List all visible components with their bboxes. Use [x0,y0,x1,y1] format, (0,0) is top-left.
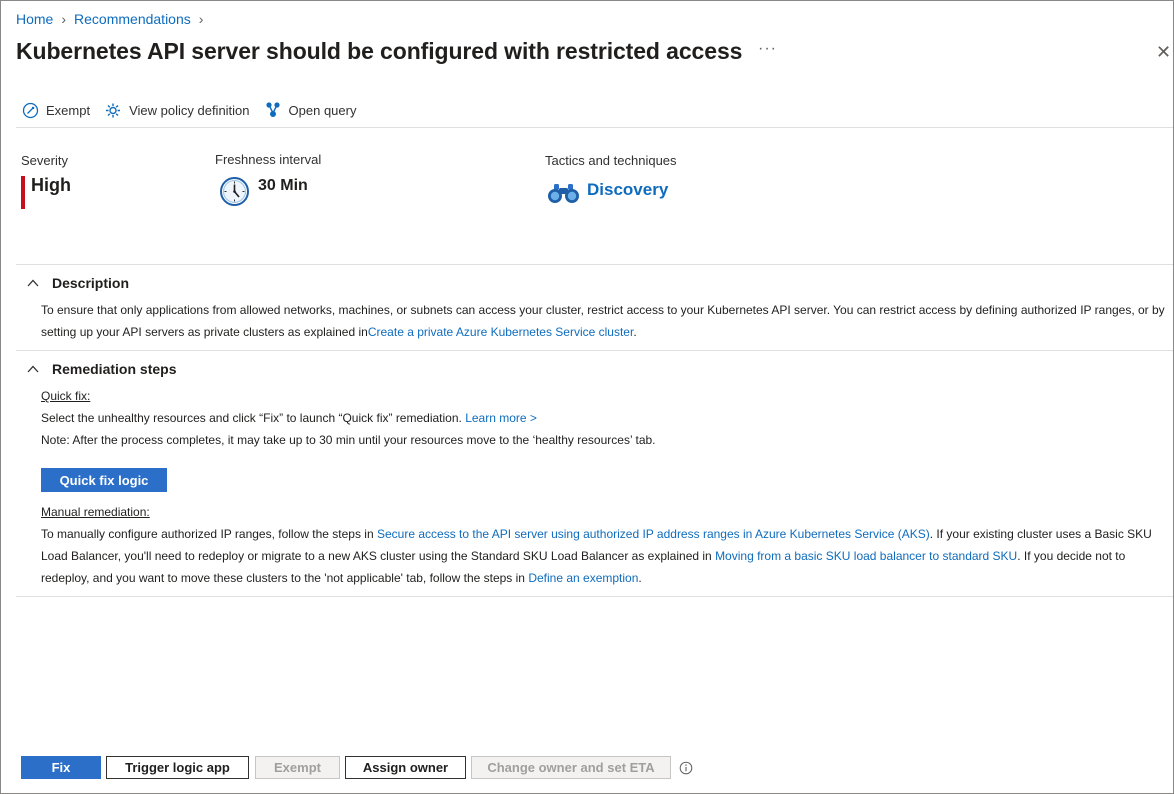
private-cluster-link[interactable]: Create a private Azure Kubernetes Servic… [368,325,633,339]
fix-button[interactable]: Fix [21,756,101,779]
open-query-label: Open query [288,102,357,118]
remediation-header[interactable]: Remediation steps [27,361,176,377]
quick-fix-label: Quick fix: [41,389,91,403]
chevron-right-icon: › [61,11,67,27]
manual-remediation-text: To manually configure authorized IP rang… [41,523,1166,589]
view-policy-label: View policy definition [129,102,250,118]
exempt-toolbar-button[interactable]: Exempt [22,102,90,119]
description-text: To ensure that only applications from al… [41,299,1166,343]
open-query-button[interactable]: Open query [264,101,357,119]
trigger-logic-app-button[interactable]: Trigger logic app [106,756,249,779]
define-exemption-link[interactable]: Define an exemption [528,571,638,585]
view-policy-button[interactable]: View policy definition [104,102,250,119]
toolbar: Exempt View policy definition Open query [22,101,370,119]
remediation-heading: Remediation steps [52,361,177,377]
more-options-icon[interactable]: ··· [758,40,777,58]
freshness-value: 30 Min [258,177,308,194]
breadcrumb-home[interactable]: Home [16,11,53,27]
change-owner-eta-button[interactable]: Change owner and set ETA [471,756,671,779]
basic-to-standard-sku-link[interactable]: Moving from a basic SKU load balancer to… [715,549,1017,563]
quick-fix-text: Select the unhealthy resources and click… [41,411,462,425]
quick-fix-instructions: Select the unhealthy resources and click… [41,407,537,429]
manual-text-4: . [638,571,642,585]
panel-frame [0,0,1174,794]
page-title: Kubernetes API server should be configur… [16,38,743,64]
manual-text-1: To manually configure authorized IP rang… [41,527,374,541]
assign-owner-button[interactable]: Assign owner [345,756,466,779]
breadcrumb-recommendations[interactable]: Recommendations [74,11,191,27]
section-divider [16,264,1173,265]
binoculars-icon [548,184,579,203]
chevron-right-icon: › [198,11,204,27]
section-divider [16,350,1173,351]
freshness-label: Freshness interval [215,152,322,167]
section-divider [16,596,1173,597]
severity-indicator [21,176,25,209]
description-end: . [633,325,637,339]
severity-label: Severity [21,153,68,168]
toolbar-divider [16,127,1173,128]
exempt-icon [22,102,39,118]
quick-fix-logic-button[interactable]: Quick fix logic [41,468,167,492]
severity-value: High [31,175,71,195]
description-heading: Description [52,275,130,291]
tactic-discovery-link[interactable]: Discovery [587,180,668,200]
manual-remediation-label: Manual remediation: [41,505,150,519]
aks-authorized-ip-link[interactable]: Secure access to the API server using au… [377,527,930,541]
tactics-label: Tactics and techniques [545,153,677,168]
exempt-button[interactable]: Exempt [255,756,340,779]
clock-icon [220,177,249,206]
chevron-up-icon [27,279,39,287]
breadcrumb: Home › Recommendations › [16,11,211,27]
policy-icon [106,103,121,117]
query-graph-icon [265,102,280,117]
exempt-toolbar-label: Exempt [46,102,91,118]
description-header[interactable]: Description [27,275,129,291]
close-icon[interactable]: ✕ [1156,43,1171,61]
chevron-up-icon [27,365,39,373]
learn-more-link[interactable]: Learn more > [465,411,537,425]
info-icon[interactable] [679,761,693,775]
quick-fix-note: Note: After the process completes, it ma… [41,433,656,447]
